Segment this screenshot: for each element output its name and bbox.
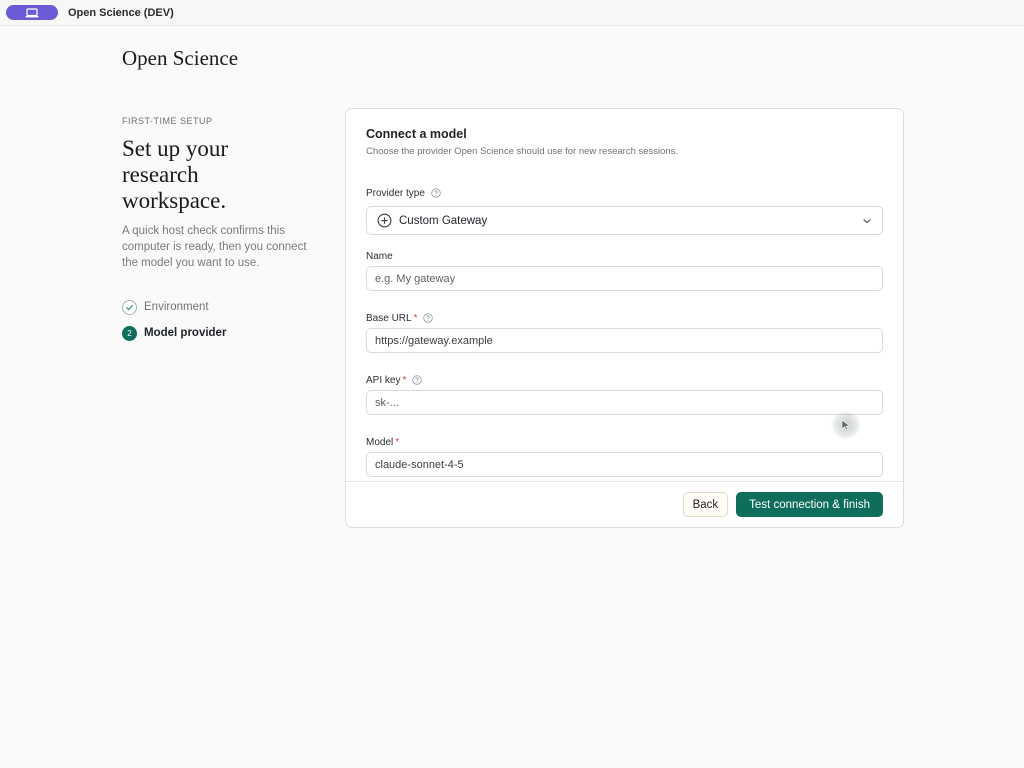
api-key-input[interactable] xyxy=(366,390,883,415)
step-model-provider[interactable]: 2 Model provider xyxy=(122,320,322,346)
setup-description: A quick host check confirms this compute… xyxy=(122,225,307,269)
window-title: Open Science (DEV) xyxy=(68,6,174,19)
help-icon[interactable] xyxy=(431,188,441,198)
title-bar: Open Science (DEV) xyxy=(0,0,1024,26)
provider-type-value: Custom Gateway xyxy=(399,214,488,227)
model-field: Model * xyxy=(366,436,883,477)
card-footer: Back Test connection & finish xyxy=(346,481,903,527)
cursor-arrow-icon xyxy=(841,419,851,431)
back-button[interactable]: Back xyxy=(682,492,729,517)
provider-type-select[interactable]: Custom Gateway xyxy=(366,206,883,235)
laptop-icon xyxy=(25,7,39,17)
chevron-down-icon xyxy=(862,216,872,226)
page-title-line: research xyxy=(122,162,199,187)
name-label: Name xyxy=(366,250,393,262)
api-key-label: API key xyxy=(366,374,401,386)
api-key-field: API key * xyxy=(366,374,883,415)
required-marker: * xyxy=(413,312,418,324)
app-badge[interactable] xyxy=(6,5,58,20)
page-title: Set up your research workspace. xyxy=(122,136,322,214)
name-field: Name xyxy=(366,250,883,291)
model-label: Model xyxy=(366,436,394,448)
name-input[interactable] xyxy=(366,266,883,291)
provider-type-label: Provider type xyxy=(366,187,425,199)
step-list: Environment 2 Model provider xyxy=(122,294,322,346)
required-marker: * xyxy=(402,374,407,386)
card-title: Connect a model xyxy=(366,127,467,141)
connect-model-card: Connect a model Choose the provider Open… xyxy=(345,108,904,528)
help-icon[interactable] xyxy=(423,313,434,323)
page-title-line: Set up your xyxy=(122,136,229,161)
brand-logo: Open Science xyxy=(122,46,239,70)
intro-panel: FIRST-TIME SETUP Set up your research wo… xyxy=(122,116,322,346)
base-url-input[interactable] xyxy=(366,328,883,353)
plus-circle-icon xyxy=(377,213,392,228)
base-url-label: Base URL xyxy=(366,312,412,324)
model-input[interactable] xyxy=(366,452,883,477)
check-icon xyxy=(122,299,137,315)
base-url-field: Base URL * xyxy=(366,312,883,353)
required-marker: * xyxy=(395,436,400,448)
help-icon[interactable] xyxy=(412,375,423,385)
mouse-cursor xyxy=(831,410,861,440)
provider-type-field: Provider type Custom Gateway xyxy=(366,187,883,235)
step-number-badge: 2 xyxy=(122,325,137,341)
step-label: Model provider xyxy=(144,327,227,339)
page-title-line: workspace. xyxy=(122,188,227,213)
step-environment[interactable]: Environment xyxy=(122,294,322,320)
setup-eyebrow: FIRST-TIME SETUP xyxy=(122,116,213,126)
step-label: Environment xyxy=(144,301,209,313)
test-connection-finish-button[interactable]: Test connection & finish xyxy=(736,492,883,517)
card-subtitle: Choose the provider Open Science should … xyxy=(366,146,679,157)
